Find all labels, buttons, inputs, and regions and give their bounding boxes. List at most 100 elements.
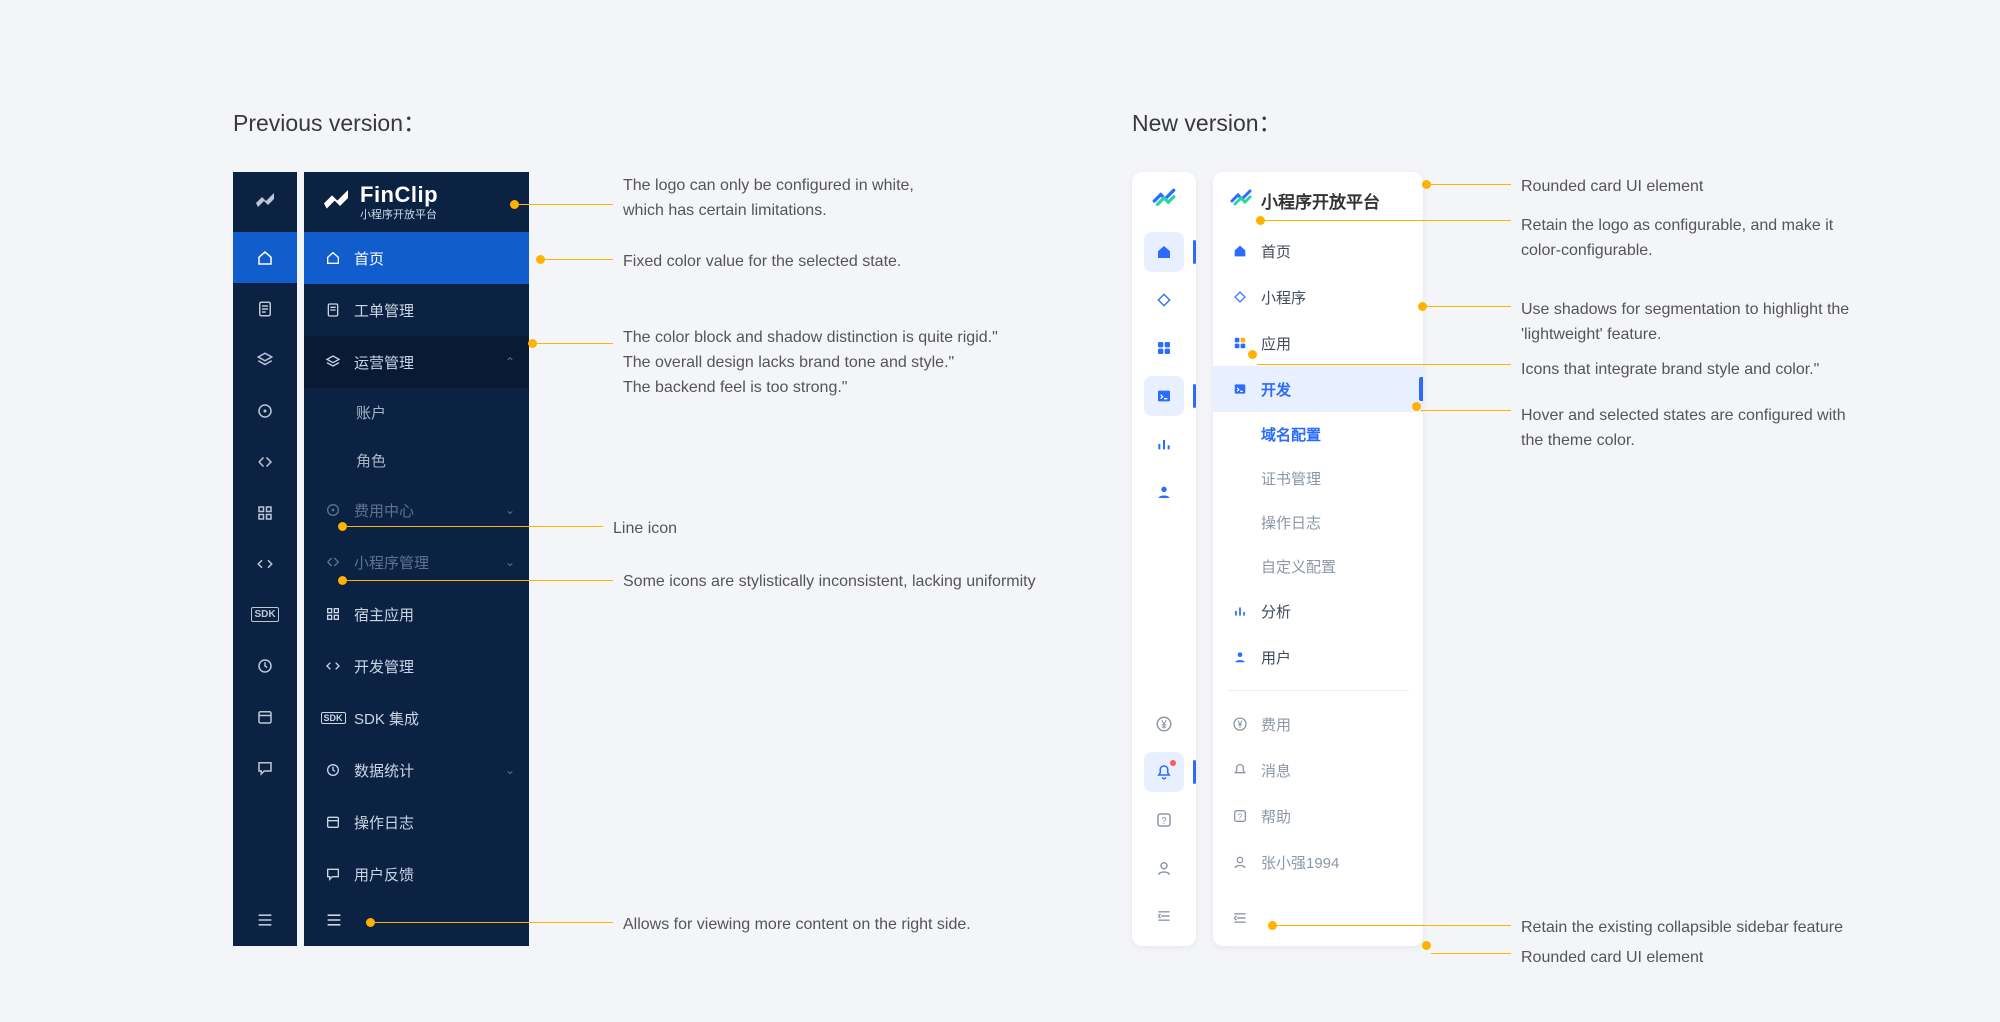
annotation-keep-collapse: Retain the existing collapsible sidebar … — [1521, 916, 1843, 941]
document-icon — [256, 300, 274, 318]
yen-icon — [1231, 716, 1249, 732]
rail-item-feedback[interactable] — [233, 742, 297, 793]
chevron-down-icon: ⌄ — [505, 763, 515, 777]
rail-item-miniapp[interactable] — [1144, 280, 1184, 320]
sidebar-item-home[interactable]: 首页 — [1213, 228, 1423, 274]
rail-item-billing[interactable] — [1144, 704, 1184, 744]
sidebar-sub-log[interactable]: 操作日志 — [1213, 500, 1423, 544]
menu-collapse-icon — [1155, 909, 1173, 923]
rail-collapse[interactable] — [1144, 896, 1184, 936]
terminal-icon — [1156, 388, 1172, 404]
sidebar-item-label: 操作日志 — [354, 812, 414, 833]
new-rail-logo — [1151, 172, 1177, 228]
brand-name: FinClip — [360, 182, 438, 208]
annotation-logo: The logo can only be configured in white… — [623, 174, 914, 224]
prev-expanded-sidebar: FinClip 小程序开放平台 首页 工单管理 运营管理⌃ 账户 角色 费用中心… — [304, 172, 529, 946]
user-icon — [1231, 650, 1249, 664]
rail-item-host[interactable] — [233, 487, 297, 538]
annotation-dot — [510, 200, 519, 209]
sidebar-item-dev[interactable]: 开发管理 — [304, 640, 529, 692]
menu-collapse-icon — [255, 912, 275, 928]
rail-item-help[interactable]: ? — [1144, 800, 1184, 840]
annotation-rounded-top: Rounded card UI element — [1521, 175, 1703, 200]
sidebar-item-dev[interactable]: 开发 — [1213, 366, 1423, 412]
layers-icon — [256, 351, 274, 369]
grid-icon — [256, 504, 274, 522]
sidebar-item-label: 用户反馈 — [354, 864, 414, 885]
sidebar-collapse[interactable] — [304, 894, 529, 946]
rail-item-profile[interactable] — [1144, 848, 1184, 888]
sidebar-item-label: 开发 — [1261, 379, 1291, 400]
sidebar-item-label: 工单管理 — [354, 300, 414, 321]
sidebar-item-stats[interactable]: 数据统计⌄ — [304, 744, 529, 796]
sidebar-item-label: SDK 集成 — [354, 708, 419, 729]
sidebar-item-analytics[interactable]: 分析 — [1213, 588, 1423, 634]
brand-name: 小程序开放平台 — [1261, 188, 1380, 213]
sidebar-item-feedback[interactable]: 用户反馈 — [304, 848, 529, 900]
chevrons-icon — [256, 453, 274, 471]
sidebar-item-ops[interactable]: 运营管理⌃ — [304, 336, 529, 388]
sidebar-sub-role[interactable]: 角色 — [304, 436, 529, 484]
sidebar-sub-domain[interactable]: 域名配置 — [1213, 412, 1423, 456]
calendar-icon — [256, 708, 274, 726]
rail-item-stats[interactable] — [233, 640, 297, 691]
home-icon — [324, 249, 342, 267]
person-icon — [1155, 859, 1173, 877]
annotation-dot — [1422, 941, 1431, 950]
sidebar-item-host[interactable]: 宿主应用 — [304, 588, 529, 640]
rail-item-users[interactable] — [1144, 472, 1184, 512]
rail-item-home[interactable] — [1144, 232, 1184, 272]
annotation-dot — [1256, 216, 1265, 225]
logo-icon — [1151, 187, 1177, 213]
annotation-logo-config: Retain the logo as configurable, and mak… — [1521, 214, 1833, 264]
sidebar-item-logs[interactable]: 操作日志 — [304, 796, 529, 848]
annotation-line — [519, 204, 613, 205]
brand-subtitle: 小程序开放平台 — [360, 206, 438, 222]
sidebar-item-label: 用户 — [1261, 647, 1291, 668]
rail-item-logs[interactable] — [233, 691, 297, 742]
sidebar-item-label: 开发管理 — [354, 656, 414, 677]
home-icon — [256, 249, 274, 267]
sidebar-item-sdk[interactable]: SDK SDK 集成 — [304, 692, 529, 744]
sidebar-item-miniapp[interactable]: 小程序 — [1213, 274, 1423, 320]
sidebar-item-apps[interactable]: 应用 — [1213, 320, 1423, 366]
rail-item-home[interactable] — [233, 232, 297, 283]
rail-item-apps[interactable] — [1144, 328, 1184, 368]
sidebar-item-label: 张小强1994 — [1261, 852, 1339, 873]
sidebar-item-notifications[interactable]: 消息 — [1213, 747, 1423, 793]
rail-item-analytics[interactable] — [1144, 424, 1184, 464]
sidebar-item-tickets[interactable]: 工单管理 — [304, 284, 529, 336]
sidebar-sub-account[interactable]: 账户 — [304, 388, 529, 436]
sdk-icon: SDK — [324, 709, 342, 727]
rail-item-dev[interactable] — [1144, 376, 1184, 416]
sidebar-item-home[interactable]: 首页 — [304, 232, 529, 284]
rail-item-sdk[interactable]: SDK — [233, 589, 297, 640]
sidebar-sub-cert[interactable]: 证书管理 — [1213, 456, 1423, 500]
rail-collapse[interactable] — [233, 894, 297, 946]
annotation-hover: Hover and selected states are configured… — [1521, 404, 1846, 454]
sdk-icon: SDK — [251, 607, 278, 622]
sidebar-sub-custom[interactable]: 自定义配置 — [1213, 544, 1423, 588]
rail-item-miniapp[interactable] — [233, 436, 297, 487]
rail-item-tickets[interactable] — [233, 283, 297, 334]
sidebar-item-profile[interactable]: 张小强1994 — [1213, 839, 1423, 885]
rail-item-billing[interactable] — [233, 385, 297, 436]
chat-icon — [256, 759, 274, 777]
chevron-down-icon: ⌄ — [505, 555, 515, 569]
menu-collapse-icon — [324, 912, 344, 928]
code-icon — [256, 555, 274, 573]
prev-logo: FinClip 小程序开放平台 — [304, 172, 529, 232]
help-icon: ? — [1231, 808, 1249, 824]
rail-item-dev[interactable] — [233, 538, 297, 589]
menu-collapse-icon — [1231, 911, 1249, 925]
rail-item-ops[interactable] — [233, 334, 297, 385]
annotation-line-icon: Line icon — [613, 517, 677, 542]
annotation-dot — [1268, 921, 1277, 930]
rail-item-notifications[interactable] — [1144, 752, 1184, 792]
sidebar-collapse[interactable] — [1213, 898, 1423, 938]
sidebar-item-label: 小程序管理 — [354, 552, 429, 573]
sidebar-item-help[interactable]: ?帮助 — [1213, 793, 1423, 839]
user-icon — [1156, 484, 1172, 500]
sidebar-item-users[interactable]: 用户 — [1213, 634, 1423, 680]
sidebar-item-billing[interactable]: 费用 — [1213, 701, 1423, 747]
